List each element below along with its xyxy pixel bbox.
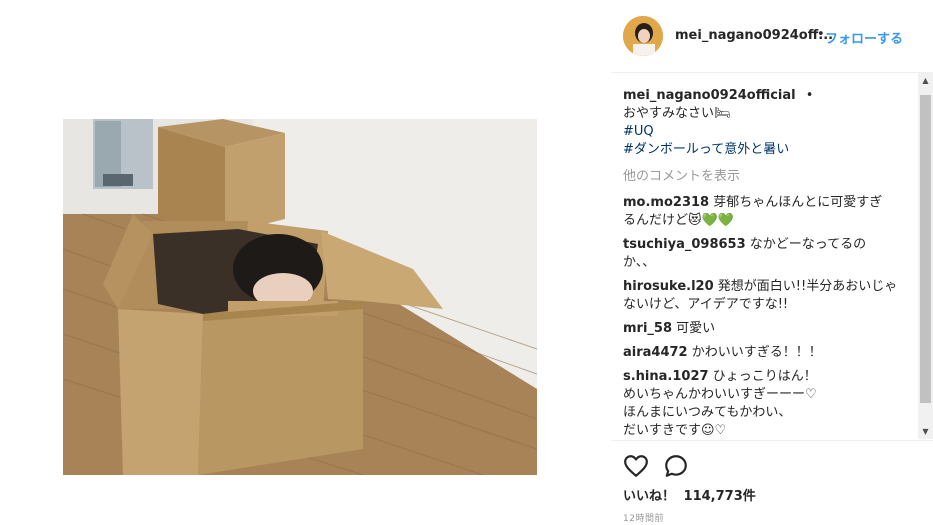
comment-username[interactable]: tsuchiya_098653 bbox=[623, 237, 746, 252]
avatar[interactable] bbox=[623, 16, 663, 56]
comment: mo.mo2318 芽郁ちゃんほんとに可愛すぎ るんだけど😻💚💚 bbox=[623, 194, 913, 230]
post-actions: いいね！ 114,773件 12時間前 bbox=[611, 440, 933, 525]
comment-icon[interactable] bbox=[663, 453, 689, 479]
scrollbar-thumb[interactable] bbox=[920, 95, 931, 403]
comment: s.hina.1027 ひょっこりはん！ めいちゃんかわいいすぎーーー♡ ほんま… bbox=[623, 368, 913, 439]
avatar-image bbox=[623, 16, 663, 56]
scroll-down-icon[interactable]: ▼ bbox=[918, 424, 933, 439]
comment-text: ないけど、アイデアですな!! bbox=[623, 297, 789, 312]
header-separator: • bbox=[817, 27, 825, 42]
follow-button[interactable]: フォローする bbox=[825, 28, 903, 47]
comment-text: なかどーなってるの bbox=[749, 237, 867, 252]
comment-text: かわいいすぎる！！！ bbox=[691, 345, 822, 360]
comment-username[interactable]: hirosuke.l20 bbox=[623, 279, 714, 294]
photo-illustration bbox=[63, 119, 537, 475]
comment-text: 芽郁ちゃんほんとに可愛すぎ bbox=[713, 195, 883, 210]
heart-icon[interactable] bbox=[623, 453, 649, 479]
comment-text: ほんまにいつみてもかわい、 bbox=[623, 405, 792, 420]
caption-separator: • bbox=[805, 88, 814, 103]
likes-number: 114,773件 bbox=[683, 489, 756, 504]
comment-username[interactable]: aira4472 bbox=[623, 345, 688, 360]
comment-username[interactable]: mo.mo2318 bbox=[623, 195, 709, 210]
comment: tsuchiya_098653 なかどーなってるの か、、 bbox=[623, 236, 913, 272]
comments-panel[interactable]: mei_nagano0924official • おやすみなさい🛏 #UQ #ダ… bbox=[611, 73, 933, 439]
comments-scrollbar[interactable]: ▲ ▼ bbox=[918, 73, 933, 439]
hashtag-uq[interactable]: #UQ bbox=[623, 123, 913, 141]
post-photo[interactable] bbox=[63, 119, 537, 475]
hashtag-danboru[interactable]: #ダンボールって意外と暑い bbox=[623, 141, 913, 159]
caption: mei_nagano0924official • おやすみなさい🛏 #UQ #ダ… bbox=[623, 87, 913, 159]
comment-text: るんだけど😻💚💚 bbox=[623, 213, 734, 228]
comment: mri_58 可愛い bbox=[623, 320, 913, 338]
comment-text: 発想が面白い!!半分あおいじゃ bbox=[717, 279, 898, 294]
comment: hirosuke.l20 発想が面白い!!半分あおいじゃ ないけど、アイデアです… bbox=[623, 278, 913, 314]
comment-username[interactable]: mri_58 bbox=[623, 321, 672, 336]
caption-text: おやすみなさい🛏 bbox=[623, 106, 731, 121]
comment-username[interactable]: s.hina.1027 bbox=[623, 369, 709, 384]
comment-text: ひょっこりはん！ bbox=[712, 369, 817, 384]
more-comments-link[interactable]: 他のコメントを表示 bbox=[623, 168, 913, 186]
comment: aira4472 かわいいすぎる！！！ bbox=[623, 344, 913, 362]
caption-username[interactable]: mei_nagano0924official bbox=[623, 88, 796, 103]
comment-text: めいちゃんかわいいすぎーーー♡ bbox=[623, 387, 817, 402]
comment-text: 可愛い bbox=[676, 321, 716, 336]
likes-count[interactable]: いいね！ 114,773件 bbox=[623, 485, 756, 504]
likes-label: いいね！ bbox=[623, 489, 676, 504]
post-sidebar: mei_nagano0924off... • フォローする mei_nagano… bbox=[611, 0, 933, 524]
scroll-up-icon[interactable]: ▲ bbox=[918, 73, 933, 88]
post-timestamp[interactable]: 12時間前 bbox=[623, 511, 664, 524]
photo-panel bbox=[0, 0, 600, 524]
post-header: mei_nagano0924off... • フォローする bbox=[611, 0, 933, 73]
comment-text: だいすきです☺︎♡ bbox=[623, 423, 727, 438]
comment-text: か、、 bbox=[623, 255, 656, 270]
header-username[interactable]: mei_nagano0924off... bbox=[675, 28, 833, 43]
